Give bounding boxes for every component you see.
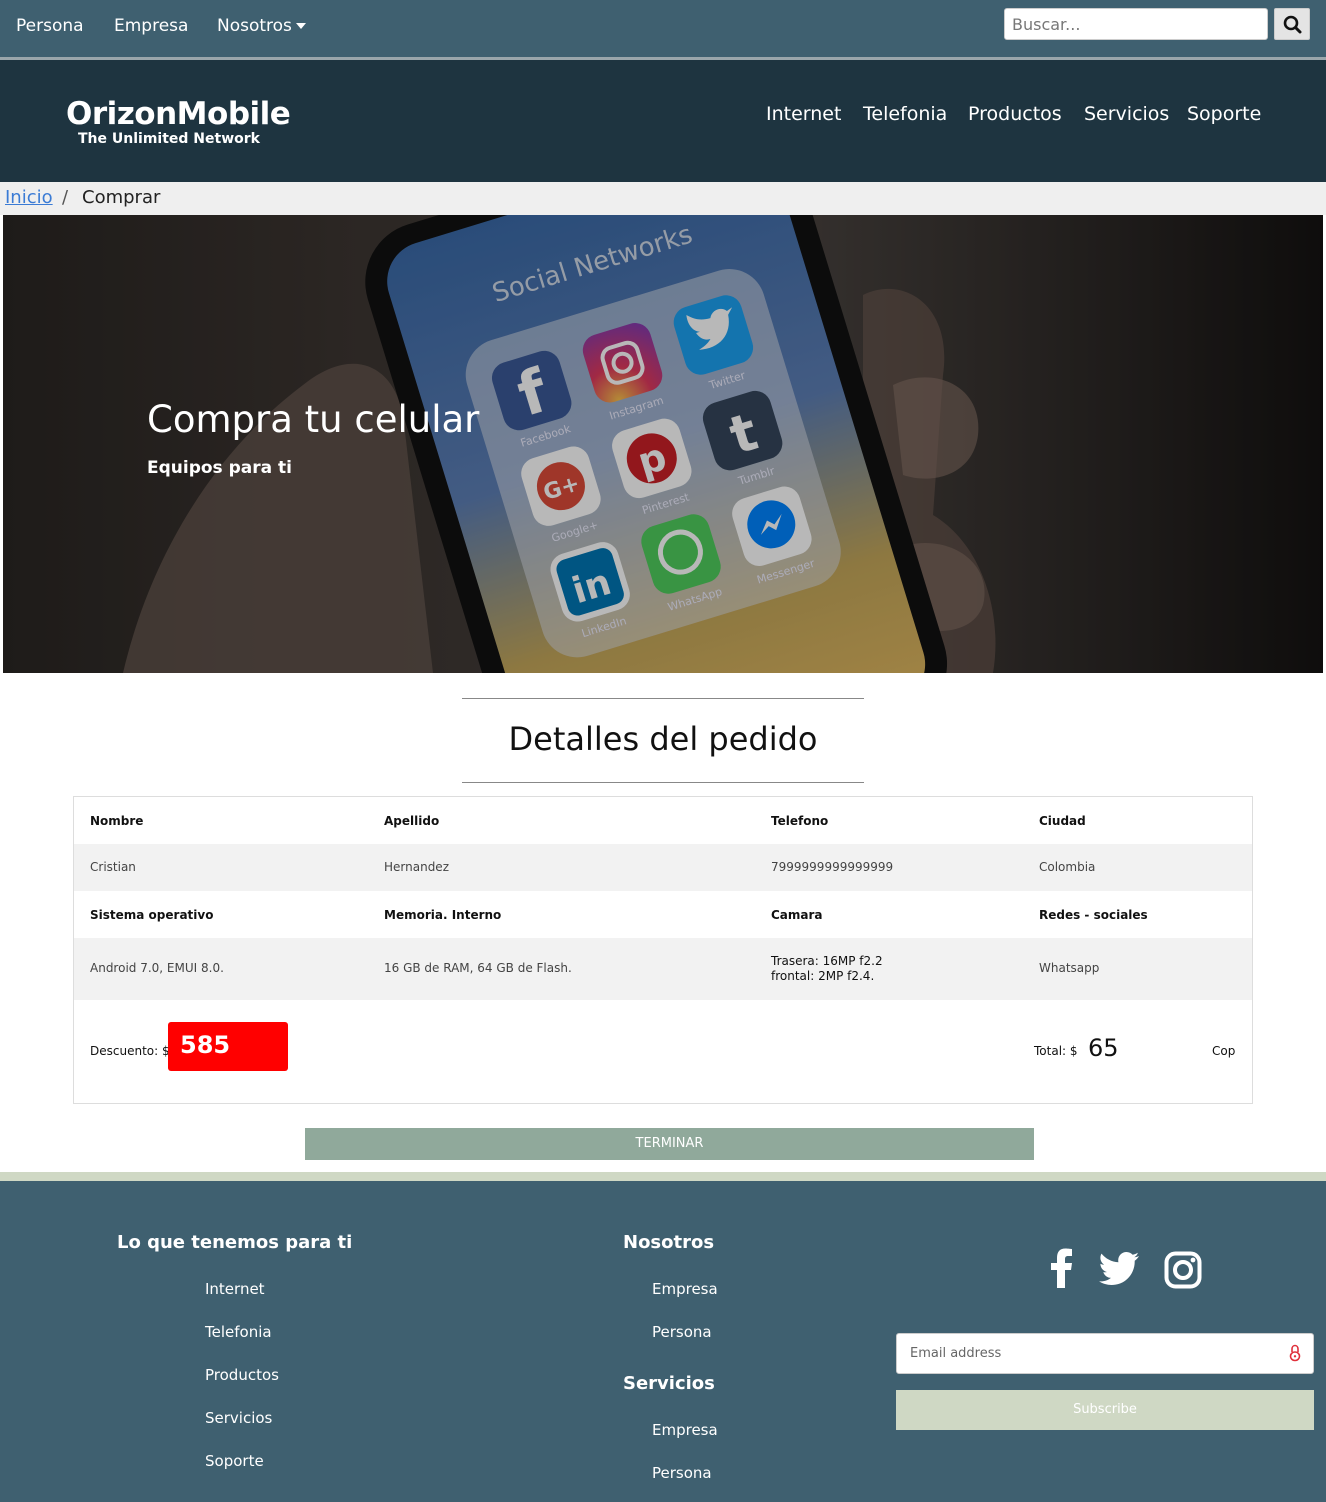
nav-productos[interactable]: Productos: [968, 103, 1062, 125]
lock-icon: [1289, 1344, 1301, 1362]
header-telefono: Telefono: [771, 814, 829, 828]
brand-logo[interactable]: OrizonMobile: [66, 96, 291, 132]
footer-col3-title: Servicios: [623, 1373, 715, 1394]
footer-link-soporte[interactable]: Soporte: [205, 1452, 264, 1470]
footer-col2-title: Nosotros: [623, 1232, 715, 1253]
total-value: 65: [1088, 1034, 1119, 1062]
footer-link-nosotros-persona[interactable]: Persona: [652, 1323, 712, 1341]
order-details-table: Nombre Apellido Telefono Ciudad Cristian…: [73, 796, 1253, 1104]
hero-subtitle: Equipos para ti: [147, 458, 292, 478]
topnav-empresa[interactable]: Empresa: [114, 16, 188, 36]
header-ciudad: Ciudad: [1039, 814, 1086, 828]
table-row: Android 7.0, EMUI 8.0. 16 GB de RAM, 64 …: [74, 938, 1252, 1000]
twitter-icon[interactable]: [1099, 1252, 1139, 1286]
footer-link-telefonia[interactable]: Telefonia: [205, 1323, 272, 1341]
title-rule-bottom: [462, 782, 864, 783]
header-nombre: Nombre: [90, 814, 144, 828]
nav-servicios[interactable]: Servicios: [1084, 103, 1169, 125]
site-header: OrizonMobile The Unlimited Network Inter…: [0, 60, 1326, 182]
order-details-title: Detalles del pedido: [508, 720, 818, 758]
finish-button[interactable]: TERMINAR: [305, 1128, 1034, 1160]
hero-banner: Social Networks f G+ p t in Facebook Ins…: [3, 215, 1323, 673]
subscribe-button[interactable]: Subscribe: [896, 1390, 1314, 1430]
value-sistema-operativo: Android 7.0, EMUI 8.0.: [90, 961, 224, 975]
breadcrumb-separator: /: [62, 187, 69, 208]
facebook-icon[interactable]: [1046, 1248, 1076, 1288]
footer-link-internet[interactable]: Internet: [205, 1280, 265, 1298]
header-apellido: Apellido: [384, 814, 440, 828]
search-input[interactable]: [1004, 8, 1268, 40]
footer-link-servicios[interactable]: Servicios: [205, 1409, 272, 1427]
footer-link-servicios-empresa[interactable]: Empresa: [652, 1421, 718, 1439]
email-placeholder: Email address: [910, 1346, 1002, 1361]
topnav-nosotros-dropdown[interactable]: Nosotros: [217, 16, 306, 36]
caret-down-icon: [295, 23, 306, 29]
brand-tagline: The Unlimited Network: [78, 131, 260, 147]
site-footer: Lo que tenemos para ti Internet Telefoni…: [0, 1181, 1326, 1502]
footer-col1-title: Lo que tenemos para ti: [117, 1232, 353, 1253]
nav-telefonia[interactable]: Telefonia: [863, 103, 947, 125]
nav-internet[interactable]: Internet: [766, 103, 841, 125]
value-camara-rear: Trasera: 16MP f2.2: [771, 954, 883, 968]
discount-value: 585: [168, 1022, 288, 1071]
total-label: Total: $: [1034, 1044, 1078, 1058]
value-nombre: Cristian: [90, 860, 136, 874]
nav-soporte[interactable]: Soporte: [1187, 103, 1261, 125]
value-ciudad: Colombia: [1039, 860, 1096, 874]
value-apellido: Hernandez: [384, 860, 449, 874]
title-rule-top: [462, 698, 864, 699]
topnav-persona[interactable]: Persona: [16, 16, 84, 36]
hero-title: Compra tu celular: [147, 398, 480, 441]
footer-link-productos[interactable]: Productos: [205, 1366, 279, 1384]
currency-label: Cop: [1212, 1044, 1236, 1058]
table-header-row: Nombre Apellido Telefono Ciudad: [74, 797, 1252, 844]
table-header-row-specs: Sistema operativo Memoria. Interno Camar…: [74, 891, 1252, 938]
value-camara-front: frontal: 2MP f2.4.: [771, 969, 875, 983]
header-camara: Camara: [771, 908, 823, 922]
instagram-icon[interactable]: [1164, 1251, 1202, 1289]
value-telefono: 7999999999999999: [771, 860, 894, 874]
email-field[interactable]: Email address: [896, 1333, 1314, 1374]
search-button[interactable]: [1274, 8, 1310, 40]
header-memoria: Memoria. Interno: [384, 908, 502, 922]
search-icon: [1283, 15, 1302, 34]
header-redes-sociales: Redes - sociales: [1039, 908, 1148, 922]
breadcrumb-current: Comprar: [82, 187, 161, 208]
value-memoria: 16 GB de RAM, 64 GB de Flash.: [384, 961, 572, 975]
footer-link-nosotros-empresa[interactable]: Empresa: [652, 1280, 718, 1298]
table-row: Cristian Hernandez 7999999999999999 Colo…: [74, 844, 1252, 891]
hero-phone-image: Social Networks f G+ p t in Facebook Ins…: [3, 215, 1323, 673]
discount-label: Descuento: $: [90, 1044, 170, 1058]
value-redes-sociales: Whatsapp: [1039, 961, 1100, 975]
breadcrumb: Inicio / Comprar: [0, 182, 1326, 215]
topnav-nosotros-label: Nosotros: [217, 16, 292, 36]
footer-link-servicios-persona[interactable]: Persona: [652, 1464, 712, 1482]
footer-accent-bar: [0, 1172, 1326, 1181]
top-bar: Persona Empresa Nosotros: [0, 0, 1326, 57]
breadcrumb-home-link[interactable]: Inicio: [5, 187, 53, 208]
header-sistema-operativo: Sistema operativo: [90, 908, 214, 922]
